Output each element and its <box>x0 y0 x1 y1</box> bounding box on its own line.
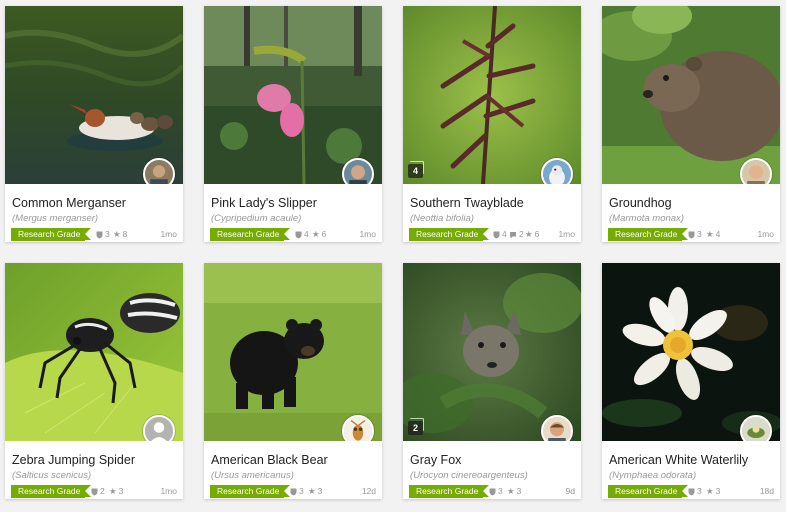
identifications-count: 3 <box>96 228 110 241</box>
observation-age: 1mo <box>757 229 774 239</box>
identifications-count: 2 <box>91 485 105 498</box>
observation-card[interactable]: 4 Southern Twayblade (Neottia bifolia) R… <box>403 6 581 242</box>
user-photo-avatar[interactable] <box>143 158 175 184</box>
observation-age: 1mo <box>160 229 177 239</box>
observation-card[interactable]: Common Merganser (Mergus merganser) Rese… <box>5 6 183 242</box>
bird-avatar[interactable] <box>541 158 573 184</box>
shield-icon <box>290 488 297 496</box>
observation-age: 12d <box>361 486 376 496</box>
common-name[interactable]: Southern Twayblade <box>410 196 524 210</box>
shield-icon <box>493 231 500 239</box>
orchid-photo[interactable] <box>204 6 382 184</box>
common-name[interactable]: Groundhog <box>609 196 672 210</box>
user-photo-avatar[interactable] <box>740 158 772 184</box>
faves-count: ★ 3 <box>109 486 124 497</box>
observation-card[interactable]: American White Waterlily (Nymphaea odora… <box>602 263 780 499</box>
star-icon: ★ <box>706 229 714 240</box>
faves-count: ★ 3 <box>308 486 323 497</box>
identifications-count: 4 <box>295 228 309 241</box>
comment-icon <box>510 231 516 239</box>
star-icon: ★ <box>706 486 714 497</box>
star-icon: ★ <box>312 229 320 240</box>
shield-icon <box>91 488 98 496</box>
common-name[interactable]: Zebra Jumping Spider <box>12 453 135 467</box>
shield-icon <box>489 488 496 496</box>
star-icon: ★ <box>109 486 117 497</box>
spider-photo[interactable] <box>5 263 183 441</box>
quality-grade-badge: Research Grade <box>608 228 688 241</box>
common-name[interactable]: Gray Fox <box>410 453 461 467</box>
observation-card[interactable]: Pink Lady's Slipper (Cypripedium acaule)… <box>204 6 382 242</box>
identifications-count: 3 <box>688 485 702 498</box>
observation-card[interactable]: Zebra Jumping Spider (Salticus scenicus)… <box>5 263 183 499</box>
star-icon: ★ <box>113 229 121 240</box>
photo-count-icon: 2 <box>408 418 424 435</box>
quality-grade-badge: Research Grade <box>409 485 489 498</box>
shield-icon <box>688 488 695 496</box>
star-icon: ★ <box>507 486 515 497</box>
faves-count: ★ 4 <box>706 229 721 240</box>
observation-age: 1mo <box>558 229 575 239</box>
waterlily-photo[interactable] <box>602 263 780 441</box>
common-name[interactable]: American Black Bear <box>211 453 328 467</box>
observation-card[interactable]: 2 Gray Fox (Urocyon cinereoargenteus) Re… <box>403 263 581 499</box>
user-photo-avatar[interactable] <box>342 158 374 184</box>
common-name[interactable]: American White Waterlily <box>609 453 748 467</box>
merganser-photo[interactable] <box>5 6 183 184</box>
common-name[interactable]: Common Merganser <box>12 196 126 210</box>
scientific-name: (Neottia bifolia) <box>410 213 474 224</box>
quality-grade-badge: Research Grade <box>409 228 489 241</box>
quality-grade-badge: Research Grade <box>11 485 91 498</box>
scientific-name: (Nymphaea odorata) <box>609 470 697 481</box>
user-photo-avatar[interactable] <box>541 415 573 441</box>
identifications-count: 3 <box>688 228 702 241</box>
observation-age: 1mo <box>160 486 177 496</box>
faves-count: ★ 6 <box>312 229 327 240</box>
star-icon: ★ <box>525 229 533 240</box>
scientific-name: (Salticus scenicus) <box>12 470 92 481</box>
common-name[interactable]: Pink Lady's Slipper <box>211 196 317 210</box>
quality-grade-badge: Research Grade <box>210 485 290 498</box>
scientific-name: (Urocyon cinereoargenteus) <box>410 470 528 481</box>
comments-count: 2 <box>509 228 524 241</box>
fox-photo[interactable]: 2 <box>403 263 581 441</box>
faves-count: ★ 3 <box>706 486 721 497</box>
shield-icon <box>295 231 302 239</box>
shield-icon <box>96 231 103 239</box>
identifications-count: 3 <box>489 485 503 498</box>
default-user-avatar[interactable] <box>143 415 175 441</box>
identifications-count: 3 <box>290 485 304 498</box>
observation-grid: Common Merganser (Mergus merganser) Rese… <box>0 0 786 512</box>
observation-age: 9d <box>565 486 575 496</box>
faves-count: ★ 8 <box>113 229 128 240</box>
observation-age: 1mo <box>359 229 376 239</box>
bear-photo[interactable] <box>204 263 382 441</box>
scientific-name: (Cypripedium acaule) <box>211 213 302 224</box>
quality-grade-badge: Research Grade <box>210 228 290 241</box>
faves-count: ★ 3 <box>507 486 522 497</box>
observation-card[interactable]: American Black Bear (Ursus americanus) R… <box>204 263 382 499</box>
twayblade-photo[interactable]: 4 <box>403 6 581 184</box>
quality-grade-badge: Research Grade <box>608 485 688 498</box>
shield-icon <box>688 231 695 239</box>
scientific-name: (Ursus americanus) <box>211 470 294 481</box>
photo-count-icon: 4 <box>408 161 424 178</box>
faves-count: ★ 6 <box>525 229 540 240</box>
observation-age: 18d <box>759 486 774 496</box>
groundhog-photo[interactable] <box>602 6 780 184</box>
scientific-name: (Marmota monax) <box>609 213 684 224</box>
observation-card[interactable]: Groundhog (Marmota monax) Research Grade… <box>602 6 780 242</box>
plant-avatar[interactable] <box>740 415 772 441</box>
insect-avatar[interactable] <box>342 415 374 441</box>
star-icon: ★ <box>308 486 316 497</box>
identifications-count: 4 <box>493 228 507 241</box>
scientific-name: (Mergus merganser) <box>12 213 99 224</box>
quality-grade-badge: Research Grade <box>11 228 91 241</box>
